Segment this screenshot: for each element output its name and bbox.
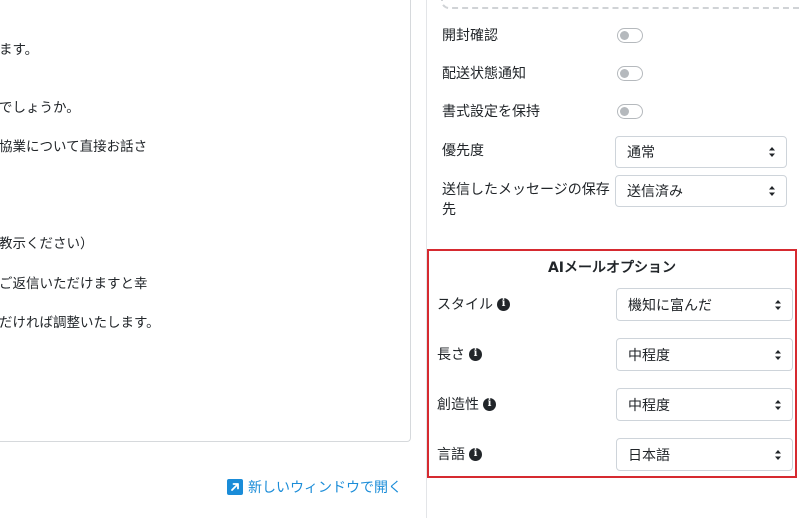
attachment-drop-zone[interactable] xyxy=(441,0,800,9)
compose-page: ます。 でしょうか。 協業について直接お話さ 教示ください） ご返信いただけます… xyxy=(0,0,800,518)
select-caret-icon xyxy=(769,186,775,196)
body-line: でしょうか。 xyxy=(0,100,80,116)
sent-folder-value: 送信済み xyxy=(627,184,683,200)
select-caret-icon xyxy=(775,349,781,360)
read-receipt-toggle[interactable] xyxy=(617,28,643,43)
style-label: スタイル i xyxy=(437,294,510,314)
open-new-window-label: 新しいウィンドウで開く xyxy=(248,480,402,496)
select-caret-icon xyxy=(769,147,775,157)
length-label: 長さ i xyxy=(437,344,482,364)
length-value: 中程度 xyxy=(628,347,670,364)
read-receipt-label: 開封確認 xyxy=(442,28,498,44)
info-icon[interactable]: i xyxy=(469,347,482,361)
sent-folder-label: 送信したメッセージの保存先 xyxy=(442,182,610,218)
ai-mail-options-panel: AIメールオプション スタイル i 機知に富んだ 長さ i 中程度 創造性 i … xyxy=(427,249,797,478)
toggle-knob xyxy=(620,69,629,78)
select-caret-icon xyxy=(775,449,781,460)
priority-value: 通常 xyxy=(627,145,655,161)
body-line: 教示ください） xyxy=(0,236,94,252)
keep-formatting-label: 書式設定を保持 xyxy=(442,104,540,120)
creativity-label-text: 創造性 xyxy=(437,397,479,413)
length-label-text: 長さ xyxy=(437,347,465,363)
creativity-label: 創造性 i xyxy=(437,394,496,414)
delivery-status-label: 配送状態通知 xyxy=(442,66,526,82)
language-label: 言語 i xyxy=(437,444,482,464)
priority-label: 優先度 xyxy=(442,143,484,159)
select-caret-icon xyxy=(775,299,781,310)
creativity-select[interactable]: 中程度 xyxy=(616,388,793,421)
info-icon[interactable]: i xyxy=(469,447,482,461)
length-select[interactable]: 中程度 xyxy=(616,338,793,371)
language-label-text: 言語 xyxy=(437,447,465,463)
body-line: だければ調整いたします。 xyxy=(0,315,160,331)
style-value: 機知に富んだ xyxy=(628,297,712,314)
creativity-value: 中程度 xyxy=(628,397,670,414)
toggle-knob xyxy=(620,107,629,116)
body-line: ご返信いただけますと幸 xyxy=(0,276,148,292)
toggle-knob xyxy=(620,31,629,40)
ai-options-title: AIメールオプション xyxy=(547,260,677,276)
sent-folder-select[interactable]: 送信済み xyxy=(615,175,787,207)
body-line: 協業について直接お話さ xyxy=(0,139,148,155)
open-new-window-link[interactable]: 新しいウィンドウで開く xyxy=(227,477,402,497)
style-select[interactable]: 機知に富んだ xyxy=(616,288,793,321)
body-line: ます。 xyxy=(0,42,39,58)
language-value: 日本語 xyxy=(628,447,670,464)
delivery-status-toggle[interactable] xyxy=(617,66,643,81)
email-body-editor[interactable]: ます。 でしょうか。 協業について直接お話さ 教示ください） ご返信いただけます… xyxy=(0,0,411,442)
style-label-text: スタイル xyxy=(437,297,493,313)
keep-formatting-toggle[interactable] xyxy=(617,104,643,119)
language-select[interactable]: 日本語 xyxy=(616,438,793,471)
info-icon[interactable]: i xyxy=(497,297,510,311)
priority-select[interactable]: 通常 xyxy=(615,136,787,168)
info-icon[interactable]: i xyxy=(483,397,496,411)
select-caret-icon xyxy=(775,399,781,410)
external-link-icon xyxy=(227,479,243,495)
